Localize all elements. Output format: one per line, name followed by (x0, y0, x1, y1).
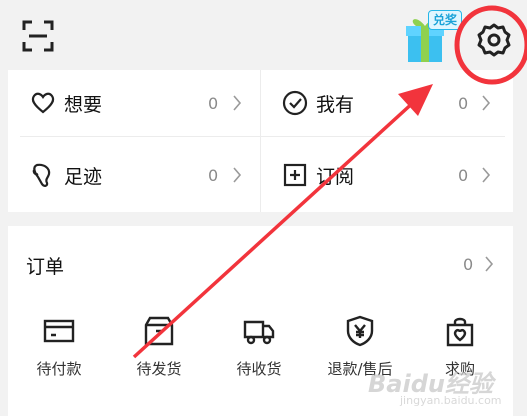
box-icon (144, 316, 174, 346)
subscriptions-row[interactable]: 订阅 0 (260, 142, 513, 208)
plus-square-icon (283, 163, 307, 187)
order-pending-payment[interactable]: 待付款 (9, 314, 109, 379)
wants-label: 想要 (64, 93, 103, 116)
chevron-right-icon (233, 95, 242, 111)
order-pending-shipment[interactable]: 待发货 (109, 314, 209, 379)
divider (20, 136, 505, 137)
scan-icon[interactable] (22, 20, 54, 52)
check-circle-icon (282, 90, 308, 116)
order-item-label: 待发货 (136, 360, 182, 378)
footprints-label: 足迹 (64, 165, 103, 188)
subscriptions-label: 订阅 (316, 165, 355, 188)
footprints-row[interactable]: 足迹 0 (8, 142, 260, 208)
chevron-right-icon (482, 95, 491, 111)
heart-icon (31, 92, 55, 114)
card-icon (43, 319, 75, 343)
owned-label: 我有 (316, 93, 355, 116)
shield-yen-icon (346, 315, 374, 347)
footprints-count: 0 (208, 165, 219, 185)
top-bar: 兑奖 (0, 0, 527, 72)
subscriptions-count: 0 (458, 165, 469, 185)
footprint-icon (32, 163, 51, 187)
bag-heart-icon (446, 317, 474, 347)
order-pending-receipt[interactable]: 待收货 (209, 314, 309, 379)
wants-count: 0 (208, 93, 219, 113)
order-item-label: 待付款 (36, 360, 82, 378)
chevron-right-icon (233, 167, 242, 183)
wants-row[interactable]: 想要 0 (8, 70, 260, 136)
owned-count: 0 (458, 93, 469, 113)
chevron-right-icon[interactable] (484, 256, 494, 272)
order-item-label: 待收货 (236, 360, 282, 378)
orders-count: 0 (463, 255, 474, 274)
orders-title: 订单 (26, 256, 65, 278)
truck-icon (243, 320, 275, 345)
watermark-url: jingyan.baidu.com (400, 394, 502, 407)
settings-gear-icon[interactable] (474, 20, 514, 60)
chevron-right-icon (482, 167, 491, 183)
gift-badge: 兑奖 (428, 10, 463, 30)
owned-row[interactable]: 我有 0 (260, 70, 513, 136)
summary-card: 想要 0 我有 0 足迹 0 订阅 0 (8, 70, 513, 212)
